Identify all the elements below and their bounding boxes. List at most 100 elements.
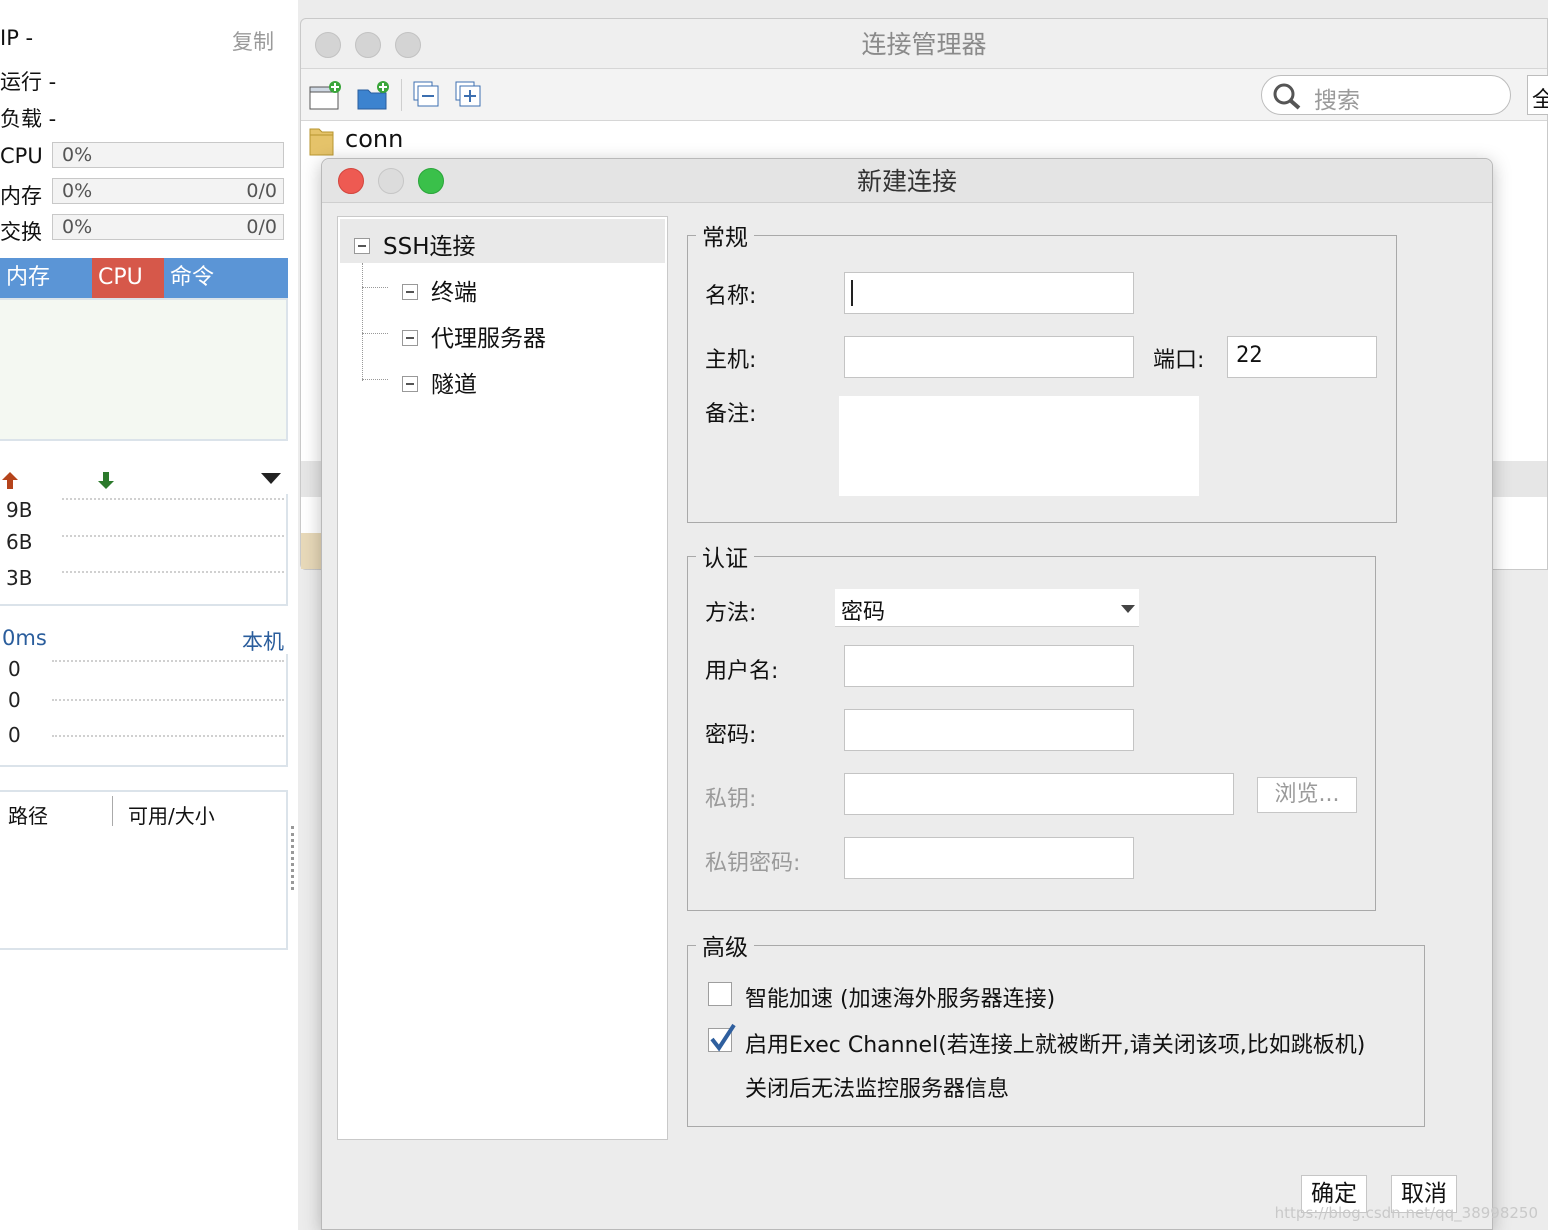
method-label: 方法: bbox=[705, 601, 757, 626]
grid-line bbox=[62, 571, 284, 573]
username-input[interactable] bbox=[844, 645, 1134, 687]
password-input[interactable] bbox=[844, 709, 1134, 751]
folder-icon bbox=[309, 128, 334, 156]
text-cursor bbox=[851, 280, 853, 306]
watermark: https://blog.csdn.net/qq_38998250 bbox=[1274, 1204, 1538, 1222]
disk-size-header[interactable]: 可用/大小 bbox=[128, 800, 215, 829]
swap-label: 交换 bbox=[0, 220, 42, 244]
private-key-input[interactable] bbox=[844, 773, 1234, 815]
network-chart bbox=[0, 494, 288, 606]
expand-all-icon[interactable] bbox=[455, 81, 483, 109]
private-key-label: 私钥: bbox=[705, 787, 757, 812]
swap-ratio: 0/0 bbox=[246, 216, 277, 238]
tab-cpu[interactable]: CPU bbox=[92, 258, 164, 298]
network-interface-dropdown-icon[interactable] bbox=[260, 472, 282, 486]
tree-item-label: 代理服务器 bbox=[431, 326, 546, 352]
name-label: 名称: bbox=[705, 284, 757, 309]
exec-channel-note: 关闭后无法监控服务器信息 bbox=[745, 1077, 1010, 1102]
tree-item-ssh[interactable]: SSH连接 bbox=[354, 227, 476, 261]
copy-ip-button[interactable]: 复制 bbox=[232, 26, 274, 56]
process-list-area bbox=[0, 298, 288, 441]
collapse-icon[interactable] bbox=[402, 329, 418, 346]
tab-memory[interactable]: 内存 bbox=[0, 258, 92, 298]
general-group: 常规 名称: 主机: 端口: 22 备注: bbox=[687, 218, 1397, 523]
grid-line bbox=[52, 699, 284, 701]
new-folder-icon[interactable] bbox=[357, 81, 391, 111]
dialog-title: 新建连接 bbox=[856, 167, 957, 196]
grid-line bbox=[52, 660, 284, 662]
general-legend: 常规 bbox=[696, 218, 754, 252]
note-textarea[interactable] bbox=[839, 396, 1199, 496]
status-strip bbox=[301, 533, 321, 569]
name-input[interactable] bbox=[844, 272, 1134, 314]
swap-percent: 0% bbox=[62, 216, 93, 238]
collapse-icon[interactable] bbox=[402, 283, 418, 300]
download-arrow-icon bbox=[98, 472, 114, 489]
auth-group: 认证 方法: 密码 用户名: 密码: 私钥: 浏览... 私钥密码: bbox=[687, 539, 1376, 911]
dialog-title-bar[interactable]: 新建连接 bbox=[322, 159, 1492, 203]
port-label: 端口: bbox=[1153, 348, 1205, 373]
grid-line bbox=[52, 735, 284, 737]
smart-accel-checkbox[interactable] bbox=[708, 982, 732, 1006]
tree-item-label: 隧道 bbox=[431, 372, 477, 398]
exec-channel-checkbox[interactable] bbox=[708, 1023, 736, 1052]
tree-connector bbox=[362, 287, 388, 288]
upload-arrow-icon bbox=[2, 472, 18, 489]
latency-tick: 0 bbox=[8, 688, 21, 712]
collapse-icon[interactable] bbox=[402, 375, 418, 392]
latency-host-label: 本机 bbox=[242, 630, 284, 654]
network-tick: 6B bbox=[6, 530, 33, 554]
search-field[interactable]: 搜索 bbox=[1261, 75, 1511, 115]
search-scope-button[interactable]: 全 bbox=[1527, 75, 1548, 115]
disk-path-header[interactable]: 路径 bbox=[8, 800, 48, 829]
swap-usage-bar: 0% 0/0 bbox=[52, 214, 284, 240]
method-selected-value: 密码 bbox=[841, 600, 886, 625]
checkmark-icon bbox=[710, 1023, 736, 1052]
load-label: 负载 - bbox=[0, 107, 57, 131]
cpu-usage-bar: 0% bbox=[52, 142, 284, 168]
latency-tick: 0 bbox=[8, 723, 21, 747]
key-password-input[interactable] bbox=[844, 837, 1134, 879]
latency-label: 0ms bbox=[2, 626, 47, 650]
memory-ratio: 0/0 bbox=[246, 180, 277, 202]
tree-connector bbox=[362, 333, 388, 334]
cpu-label: CPU bbox=[0, 144, 43, 168]
search-icon bbox=[1273, 83, 1301, 110]
auth-legend: 认证 bbox=[696, 539, 754, 573]
method-select[interactable]: 密码 bbox=[835, 589, 1139, 627]
password-label: 密码: bbox=[705, 723, 757, 748]
memory-usage-bar: 0% 0/0 bbox=[52, 178, 284, 204]
collapse-all-icon[interactable] bbox=[413, 81, 441, 109]
collapse-icon[interactable] bbox=[354, 237, 370, 254]
tab-command[interactable]: 命令 bbox=[164, 258, 288, 298]
tree-item-terminal[interactable]: 终端 bbox=[402, 273, 477, 307]
new-connection-dialog: 新建连接 SSH连接 终端 代理服务器 隧道 常规 名称: 主机: 端口: 22… bbox=[321, 158, 1493, 1230]
tree-item-proxy[interactable]: 代理服务器 bbox=[402, 319, 546, 353]
port-input[interactable]: 22 bbox=[1227, 336, 1377, 378]
toolbar-divider bbox=[401, 79, 402, 111]
ip-label: IP - bbox=[0, 26, 34, 50]
note-label: 备注: bbox=[705, 402, 757, 427]
folder-conn[interactable]: conn bbox=[345, 125, 403, 153]
latency-chart bbox=[0, 654, 288, 767]
manager-title-bar[interactable]: 连接管理器 bbox=[301, 19, 1547, 69]
browse-button[interactable]: 浏览... bbox=[1257, 777, 1357, 813]
new-session-icon[interactable] bbox=[309, 81, 343, 111]
chevron-down-icon bbox=[1121, 605, 1135, 613]
advanced-group: 高级 智能加速 (加速海外服务器连接) 启用Exec Channel(若连接上就… bbox=[687, 928, 1425, 1127]
network-tick: 3B bbox=[6, 566, 33, 590]
manager-toolbar: 搜索 全 bbox=[301, 69, 1548, 121]
search-placeholder: 搜索 bbox=[1314, 88, 1360, 114]
settings-tree: SSH连接 终端 代理服务器 隧道 bbox=[337, 216, 668, 1140]
host-input[interactable] bbox=[844, 336, 1134, 378]
key-password-label: 私钥密码: bbox=[705, 851, 801, 876]
latency-tick: 0 bbox=[8, 657, 21, 681]
host-label: 主机: bbox=[705, 348, 757, 373]
tree-item-tunnel[interactable]: 隧道 bbox=[402, 365, 477, 399]
splitter-handle[interactable] bbox=[291, 826, 295, 890]
exec-channel-label: 启用Exec Channel(若连接上就被断开,请关闭该项,比如跳板机) bbox=[745, 1033, 1366, 1058]
tree-connector bbox=[362, 379, 388, 380]
tree-item-label: SSH连接 bbox=[383, 234, 476, 260]
tree-item-label: 终端 bbox=[431, 280, 477, 306]
manager-title: 连接管理器 bbox=[861, 30, 987, 59]
